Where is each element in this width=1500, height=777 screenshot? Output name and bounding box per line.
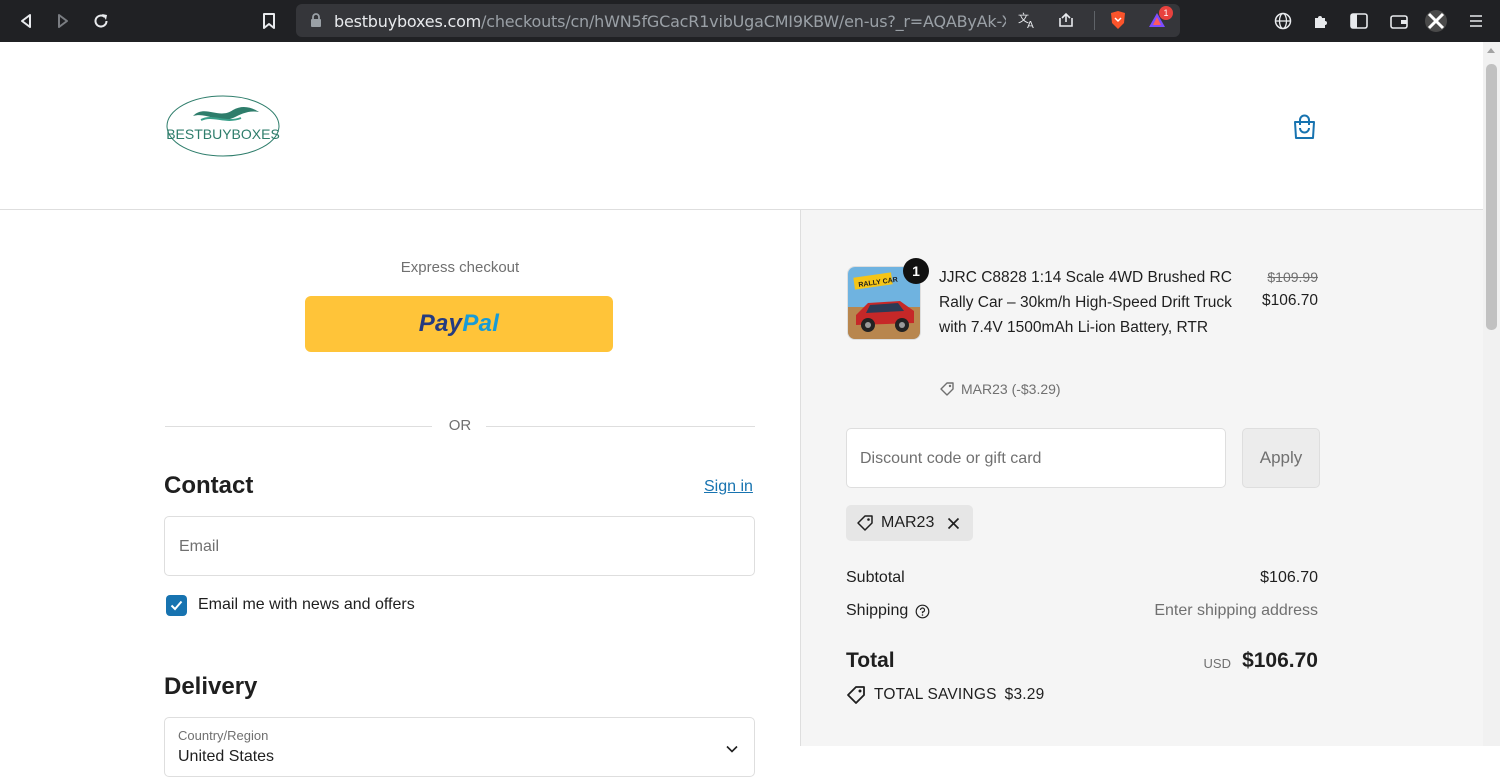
url-text: bestbuyboxes.com/checkouts/cn/hWN5fGCacR… — [334, 12, 1006, 31]
browser-toolbar: bestbuyboxes.com/checkouts/cn/hWN5fGCacR… — [0, 0, 1500, 42]
item-price: $106.70 — [1261, 292, 1318, 309]
shipping-row-label: Shipping — [846, 602, 930, 620]
delivery-heading: Delivery — [164, 673, 258, 700]
savings-label: TOTAL SAVINGS — [874, 686, 997, 703]
translate-icon[interactable]: 文A — [1016, 8, 1040, 32]
remove-discount-icon[interactable] — [947, 517, 960, 530]
original-price: $109.99 — [1267, 269, 1318, 285]
brave-shield-icon[interactable] — [1106, 8, 1130, 32]
subtotal-value: $106.70 — [1260, 569, 1318, 586]
sign-in-link[interactable]: Sign in — [704, 478, 753, 496]
address-bar[interactable]: bestbuyboxes.com/checkouts/cn/hWN5fGCacR… — [296, 4, 1180, 37]
news-offers-checkbox[interactable] — [166, 595, 187, 616]
email-field[interactable]: Email — [164, 516, 755, 576]
extensions-icon[interactable] — [1309, 9, 1333, 33]
svg-text:A: A — [1027, 20, 1034, 29]
svg-text:BESTBUYBOXES: BESTBUYBOXES — [166, 126, 280, 142]
forward-icon[interactable] — [51, 9, 75, 33]
total-label: Total — [846, 649, 895, 672]
share-icon[interactable] — [1054, 8, 1078, 32]
checkout-form: Express checkout Pay Pal OR Contact Sign … — [0, 210, 800, 777]
country-value: United States — [178, 748, 275, 765]
or-divider: OR — [165, 417, 755, 437]
tag-icon — [940, 382, 954, 396]
email-placeholder: Email — [179, 538, 220, 555]
notification-badge: 1 — [1159, 6, 1173, 20]
discount-placeholder: Discount code or gift card — [860, 450, 1042, 467]
lock-icon — [310, 13, 322, 33]
chevron-down-icon — [726, 740, 738, 758]
shopping-bag-icon[interactable] — [1291, 114, 1318, 141]
page-scrollbar[interactable] — [1483, 42, 1500, 746]
paypal-logo-part2: Pal — [462, 310, 500, 337]
help-icon[interactable] — [915, 604, 930, 619]
news-offers-label: Email me with news and offers — [198, 596, 415, 613]
checkout-page: BESTBUYBOXES Express checkout Pay Pal OR … — [0, 42, 1483, 777]
item-discount: MAR23 (-$3.29) — [939, 381, 1061, 397]
product-title: JJRC C8828 1:14 Scale 4WD Brushed RC Ral… — [939, 269, 1232, 336]
applied-discount-chip: MAR23 — [846, 505, 973, 541]
discount-code-input[interactable]: Discount code or gift card — [846, 428, 1226, 488]
savings-tag-icon — [847, 686, 865, 704]
or-label: OR — [448, 417, 472, 434]
store-logo[interactable]: BESTBUYBOXES — [163, 92, 283, 160]
express-checkout-label: Express checkout — [400, 259, 520, 276]
country-label: Country/Region — [178, 728, 269, 743]
scroll-thumb[interactable] — [1486, 64, 1497, 330]
sidebar-icon[interactable] — [1347, 9, 1371, 33]
wallet-icon[interactable] — [1387, 9, 1411, 33]
profile-avatar-icon[interactable] — [1424, 9, 1448, 33]
contact-heading: Contact — [164, 472, 254, 499]
tag-icon — [857, 515, 873, 531]
reload-icon[interactable] — [89, 9, 113, 33]
shipping-label: Shipping — [846, 602, 909, 619]
store-header: BESTBUYBOXES — [0, 42, 1483, 210]
applied-code: MAR23 — [881, 514, 935, 531]
scroll-up-arrow[interactable] — [1487, 48, 1495, 53]
paypal-logo-part1: Pay — [418, 310, 463, 337]
paypal-button[interactable]: Pay Pal — [305, 296, 613, 352]
savings-value: $3.29 — [1004, 686, 1045, 703]
shipping-value: Enter shipping address — [1154, 602, 1318, 619]
total-currency: USD — [1203, 656, 1231, 671]
country-select[interactable]: Country/Region United States — [164, 717, 755, 777]
brave-rewards-icon[interactable]: 1 — [1147, 6, 1173, 32]
total-value: $106.70 — [1242, 649, 1318, 672]
subtotal-label: Subtotal — [846, 569, 905, 586]
order-summary: RALLY CAR 1 JJRC C8828 1:14 Scale 4WD Br… — [800, 210, 1483, 746]
item-discount-label: MAR23 (-$3.29) — [961, 381, 1061, 397]
checkmark-icon — [170, 600, 183, 611]
menu-icon[interactable] — [1464, 9, 1488, 33]
globe-icon[interactable] — [1271, 9, 1295, 33]
total-savings: TOTAL SAVINGS $3.29 — [846, 685, 1044, 705]
back-icon[interactable] — [14, 9, 38, 33]
quantity-badge: 1 — [903, 258, 929, 284]
bookmark-icon[interactable] — [257, 9, 281, 33]
apply-button[interactable]: Apply — [1242, 428, 1320, 488]
toolbar-divider — [1094, 11, 1095, 30]
